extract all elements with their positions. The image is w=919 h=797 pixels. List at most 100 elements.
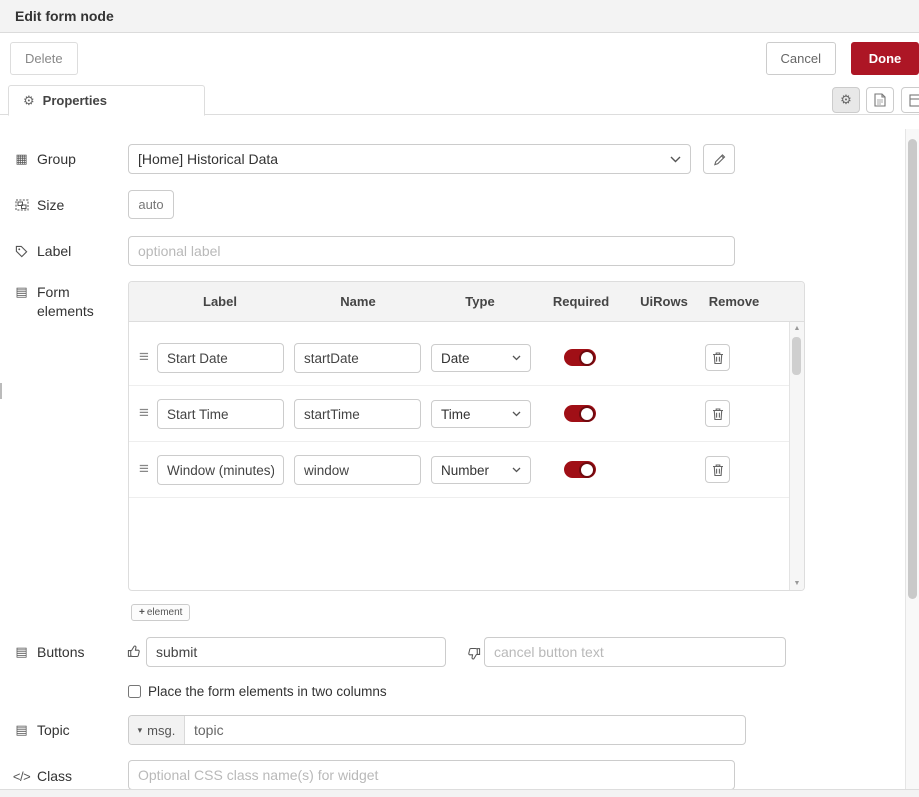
- form-elements-list: ≡ Date ≡ Time ≡: [129, 322, 804, 590]
- element-type-value: Date: [441, 351, 470, 366]
- element-type-select[interactable]: Number: [431, 456, 531, 484]
- gear-icon: ⚙: [840, 92, 852, 108]
- done-button[interactable]: Done: [851, 42, 919, 75]
- delete-button[interactable]: Delete: [10, 42, 78, 75]
- element-type-select[interactable]: Date: [431, 344, 531, 372]
- object-group-icon: [14, 199, 29, 211]
- form-element-row: ≡ Number: [129, 442, 789, 498]
- chevron-down-icon: [512, 355, 521, 361]
- label-input[interactable]: [128, 236, 735, 266]
- tab-properties-label: Properties: [43, 93, 107, 108]
- remove-element-button[interactable]: [705, 400, 730, 427]
- cancel-button-text-input[interactable]: [484, 637, 786, 667]
- scroll-down-icon[interactable]: ▼: [790, 580, 804, 587]
- topic-typed-input: ▾ msg.: [128, 715, 746, 745]
- topic-type-label: msg.: [147, 723, 175, 738]
- drag-handle-icon[interactable]: ≡: [139, 403, 149, 423]
- column-header-required: Required: [553, 294, 609, 309]
- gear-icon: ⚙: [23, 93, 35, 109]
- appearance-icon: [909, 94, 919, 107]
- chevron-down-icon: [512, 411, 521, 417]
- toggle-knob: [579, 350, 595, 366]
- size-button[interactable]: auto: [128, 190, 174, 219]
- tray-footer: [0, 789, 919, 797]
- required-toggle[interactable]: [564, 405, 596, 422]
- element-name-input[interactable]: [294, 455, 421, 485]
- pencil-icon: [713, 153, 726, 166]
- group-select-value: [Home] Historical Data: [138, 151, 278, 167]
- thumbs-down-icon: [466, 646, 481, 661]
- topic-field-label: ▤ Topic: [14, 722, 70, 738]
- tab-properties[interactable]: ⚙ Properties: [8, 85, 205, 116]
- main-scrollbar-thumb[interactable]: [908, 139, 917, 599]
- element-type-value: Number: [441, 463, 489, 478]
- remove-element-button[interactable]: [705, 344, 730, 371]
- table-scrollbar[interactable]: ▲ ▼: [789, 322, 804, 590]
- column-header-type: Type: [465, 294, 494, 309]
- dialog-title: Edit form node: [0, 0, 919, 33]
- topic-input[interactable]: [185, 716, 745, 744]
- element-label-input[interactable]: [157, 343, 284, 373]
- buttons-field-label: ▤ Buttons: [14, 644, 84, 660]
- form-elements-field-label: ▤ Form elements: [14, 283, 94, 321]
- chevron-down-icon: [512, 467, 521, 473]
- form-element-row: ≡ Time: [129, 386, 789, 442]
- node-settings-button[interactable]: ⚙: [832, 87, 860, 113]
- form-element-row: ≡ Date: [129, 330, 789, 386]
- plus-icon: +: [139, 607, 145, 618]
- element-label-input[interactable]: [157, 455, 284, 485]
- required-toggle[interactable]: [564, 349, 596, 366]
- tag-icon: [14, 245, 29, 258]
- main-scrollbar[interactable]: [905, 129, 919, 797]
- element-label-input[interactable]: [157, 399, 284, 429]
- form-elements-header: Label Name Type Required UiRows Remove: [129, 282, 804, 322]
- class-field-label: </> Class: [14, 768, 72, 784]
- code-icon: </>: [14, 769, 29, 784]
- cancel-button[interactable]: Cancel: [766, 42, 836, 75]
- column-header-remove: Remove: [709, 294, 760, 309]
- class-input[interactable]: [128, 760, 735, 790]
- two-columns-option: Place the form elements in two columns: [128, 684, 387, 699]
- tasks-icon: ▤: [14, 722, 29, 738]
- topic-type-button[interactable]: ▾ msg.: [129, 716, 185, 744]
- document-icon: [874, 93, 886, 107]
- chevron-down-icon: [670, 156, 681, 163]
- element-name-input[interactable]: [294, 343, 421, 373]
- node-description-button[interactable]: [866, 87, 894, 113]
- caret-down-icon: ▾: [138, 725, 143, 736]
- drag-handle-icon[interactable]: ≡: [139, 347, 149, 367]
- trash-icon: [712, 407, 724, 421]
- element-type-value: Time: [441, 407, 471, 422]
- trash-icon: [712, 351, 724, 365]
- submit-button-text-input[interactable]: [146, 637, 446, 667]
- group-field-label: ▦ Group: [14, 151, 76, 167]
- table-icon: ▦: [14, 151, 29, 167]
- thumbs-up-icon: [127, 644, 142, 659]
- form-elements-table: Label Name Type Required UiRows Remove ≡…: [128, 281, 805, 591]
- edit-group-button[interactable]: [703, 144, 735, 174]
- column-header-uirows: UiRows: [640, 294, 688, 309]
- column-header-label: Label: [203, 294, 237, 309]
- toggle-knob: [579, 406, 595, 422]
- table-scrollbar-thumb[interactable]: [792, 337, 801, 375]
- size-field-label: Size: [14, 197, 64, 213]
- list-alt-icon: ▤: [14, 644, 29, 660]
- label-field-label: Label: [14, 243, 71, 259]
- two-columns-checkbox[interactable]: [128, 685, 141, 698]
- toggle-knob: [579, 462, 595, 478]
- two-columns-label: Place the form elements in two columns: [148, 684, 387, 699]
- add-element-button[interactable]: +element: [131, 604, 190, 621]
- list-icon: ▤: [14, 284, 29, 300]
- required-toggle[interactable]: [564, 461, 596, 478]
- group-select[interactable]: [Home] Historical Data: [128, 144, 691, 174]
- element-name-input[interactable]: [294, 399, 421, 429]
- remove-element-button[interactable]: [705, 456, 730, 483]
- node-appearance-button[interactable]: [901, 87, 919, 113]
- trash-icon: [712, 463, 724, 477]
- element-type-select[interactable]: Time: [431, 400, 531, 428]
- tray-resize-handle[interactable]: [0, 383, 2, 399]
- column-header-name: Name: [340, 294, 375, 309]
- tab-bar: ⚙ Properties: [0, 85, 919, 115]
- scroll-up-icon[interactable]: ▲: [790, 325, 804, 332]
- drag-handle-icon[interactable]: ≡: [139, 459, 149, 479]
